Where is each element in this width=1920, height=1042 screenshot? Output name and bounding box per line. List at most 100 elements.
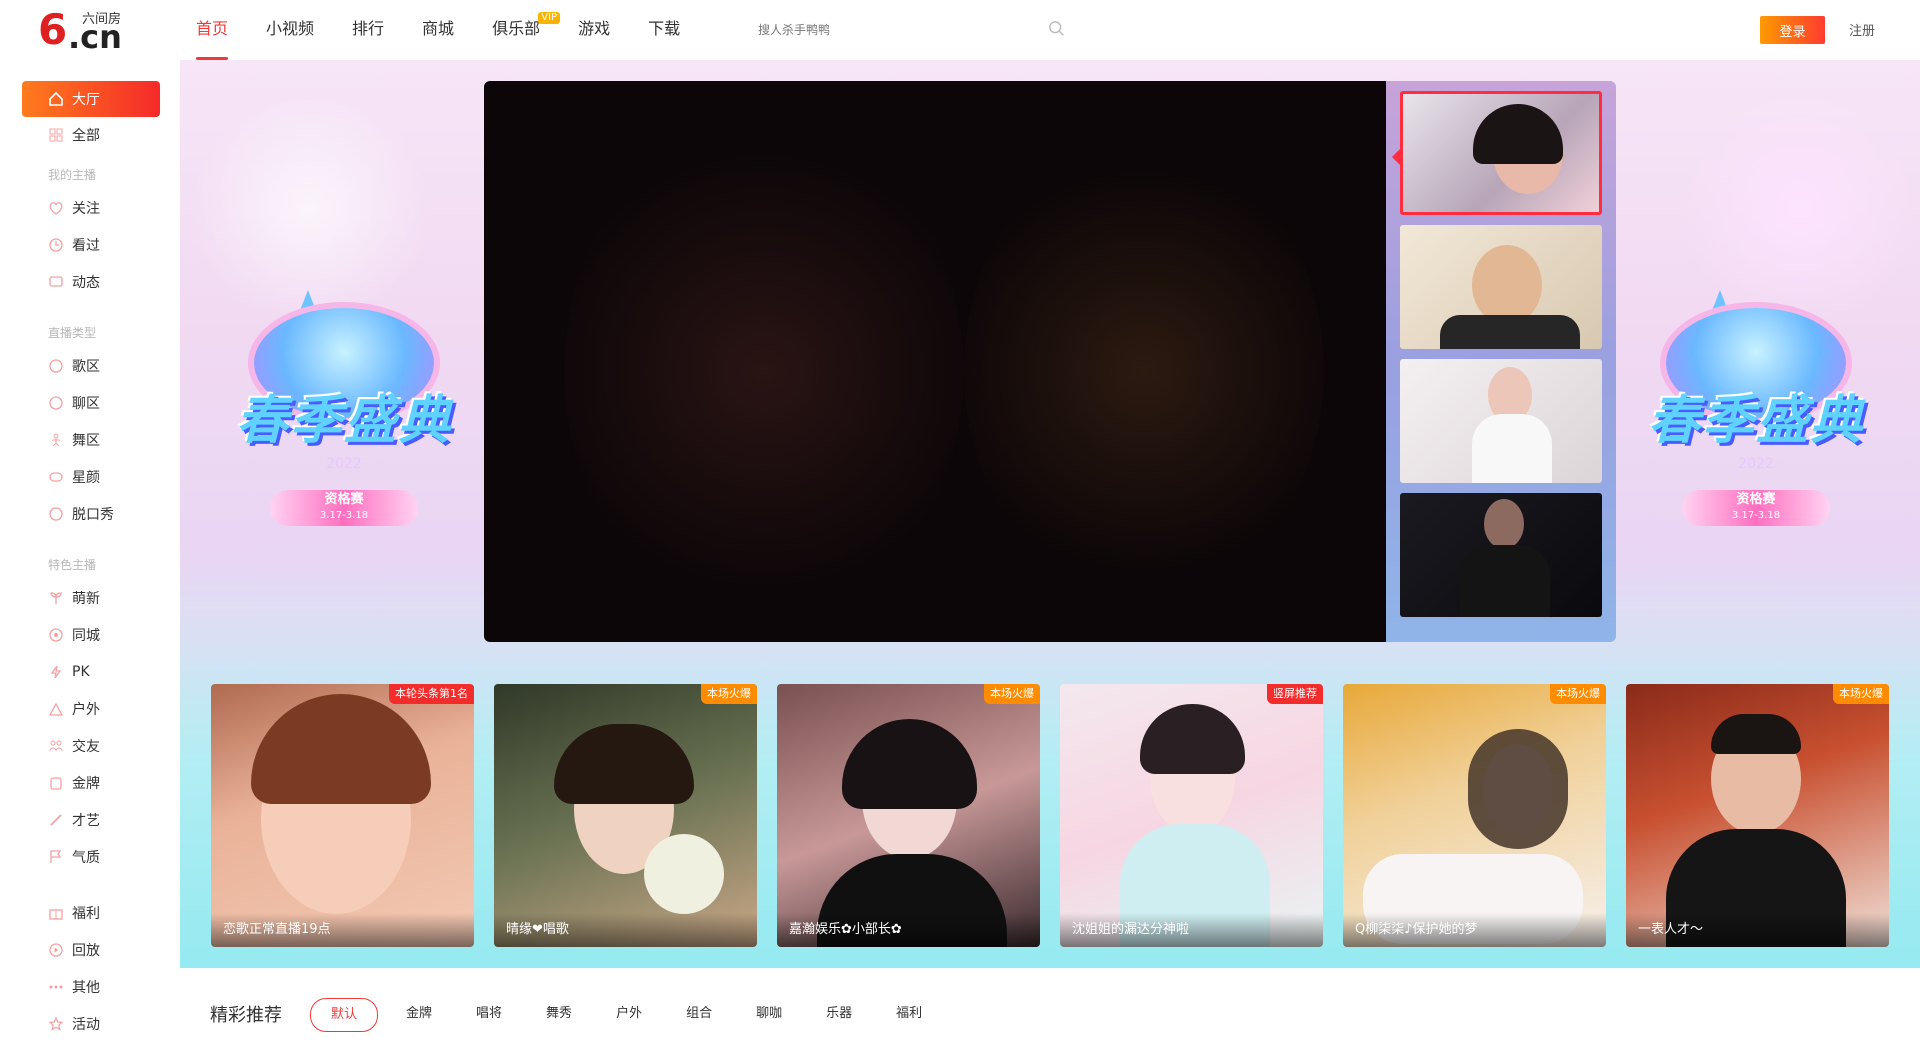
sidebar-item-city[interactable]: 同城 xyxy=(22,617,160,653)
sidebar-item-star[interactable]: 星颜 xyxy=(22,459,160,495)
nav-home[interactable]: 首页 xyxy=(196,0,229,60)
festival-dates: 3.17-3.18 xyxy=(319,510,369,521)
home-icon xyxy=(49,91,63,106)
site-logo[interactable]: 6 .cn 六间房 xyxy=(38,8,138,57)
music-icon xyxy=(49,359,63,373)
thumbnail-2[interactable] xyxy=(1400,225,1602,349)
star-icon xyxy=(48,1016,64,1031)
sidebar-item-replay[interactable]: 回放 xyxy=(22,932,160,968)
nav-ranking[interactable]: 排行 xyxy=(352,0,384,60)
sidebar-item-follow[interactable]: 关注 xyxy=(22,190,160,226)
card-hair xyxy=(251,694,431,804)
card-tag: 本轮头条第1名 xyxy=(389,684,474,704)
thumb-body xyxy=(1440,315,1580,349)
card-room-name: 嘉瀚娱乐✿小部长✿ xyxy=(777,913,1040,947)
card-room-name: 恋歌正常直播19点 xyxy=(211,913,474,947)
nav-download[interactable]: 下载 xyxy=(648,0,680,60)
sidebar-item-outdoor[interactable]: 户外 xyxy=(22,691,160,727)
sidebar-item-other[interactable]: 其他 xyxy=(22,969,160,1005)
thumbnail-1[interactable] xyxy=(1400,91,1602,215)
sidebar-item-cute[interactable]: 萌新 xyxy=(22,580,160,616)
sidebar-item-all[interactable]: 全部 xyxy=(22,117,160,153)
sidebar-item-talkshow[interactable]: 脱口秀 xyxy=(22,496,160,532)
sidebar-item-label: 大厅 xyxy=(72,92,100,108)
sidebar-item-talent[interactable]: 才艺 xyxy=(22,802,160,838)
nav-mall[interactable]: 商城 xyxy=(422,0,454,60)
filter-tab-group[interactable]: 组合 xyxy=(684,998,714,1030)
festival-logo-right[interactable]: 春季盛典 2022 资格赛 3.17-3.18 xyxy=(1620,290,1892,550)
sidebar-item-welfare[interactable]: 福利 xyxy=(22,895,160,931)
login-button[interactable]: 登录 xyxy=(1760,16,1825,44)
sidebar-item-song[interactable]: 歌区 xyxy=(22,348,160,384)
sidebar-item-label: 其他 xyxy=(72,980,100,996)
sidebar-item-temperament[interactable]: 气质 xyxy=(22,839,160,875)
sidebar-item-label: 关注 xyxy=(72,201,100,217)
sidebar-item-watched[interactable]: 看过 xyxy=(22,227,160,263)
filter-tab-gold[interactable]: 金牌 xyxy=(404,998,434,1030)
thumbnail-4[interactable] xyxy=(1400,493,1602,617)
sidebar-item-label: 交友 xyxy=(72,739,100,755)
sidebar-item-label: 舞区 xyxy=(72,433,100,449)
sidebar-item-friends[interactable]: 交友 xyxy=(22,728,160,764)
gift-icon xyxy=(49,909,63,920)
search-icon[interactable] xyxy=(1048,20,1066,38)
card-room-name: Q柳柒柒♪保护她的梦 xyxy=(1343,913,1606,947)
sidebar-item-gold[interactable]: 金牌 xyxy=(22,765,160,801)
clock-icon xyxy=(49,238,63,252)
sidebar-item-label: 户外 xyxy=(72,702,100,718)
filter-tab-instrument[interactable]: 乐器 xyxy=(824,998,854,1030)
users-icon xyxy=(49,740,63,752)
card-hair xyxy=(1140,704,1245,774)
register-link[interactable]: 注册 xyxy=(1849,20,1875,39)
nav-games[interactable]: 游戏 xyxy=(578,0,610,60)
sidebar-item-label: 气质 xyxy=(72,850,100,866)
sidebar-item-hall[interactable]: 大厅 xyxy=(22,81,160,117)
card-tag: 本场火爆 xyxy=(701,684,757,704)
card-tag: 本场火爆 xyxy=(1550,684,1606,704)
vip-badge: VIP xyxy=(538,12,561,24)
thumb-face xyxy=(1472,245,1542,325)
filter-tab-dance[interactable]: 舞秀 xyxy=(544,998,574,1030)
sidebar-item-label: 萌新 xyxy=(72,591,100,607)
card-hair xyxy=(1711,714,1801,754)
thumb-hair xyxy=(1473,104,1563,164)
filter-tab-outdoor[interactable]: 户外 xyxy=(614,998,644,1030)
sidebar-item-label: 才艺 xyxy=(72,813,100,829)
sidebar-item-label: 回放 xyxy=(72,943,100,959)
sidebar-item-feed[interactable]: 动态 xyxy=(22,264,160,300)
room-card-6[interactable]: 本场火爆 一表人才～ xyxy=(1626,684,1889,947)
sidebar-item-label: 歌区 xyxy=(72,359,100,375)
filter-tab-default[interactable]: 默认 xyxy=(310,998,379,1032)
festival-logo-left[interactable]: 春季盛典 2022 资格赛 3.17-3.18 xyxy=(208,290,480,550)
room-card-2[interactable]: 本场火爆 晴缘❤唱歌 xyxy=(494,684,757,947)
medal-icon xyxy=(50,777,62,790)
logo-subtitle: 六间房 xyxy=(82,12,122,27)
section-my-anchors: 我的主播 xyxy=(48,168,97,182)
room-card-4[interactable]: 竖屏推荐 沈姐姐的漏达分神啦 xyxy=(1060,684,1323,947)
sidebar-item-chat[interactable]: 聊区 xyxy=(22,385,160,421)
filter-tab-singer[interactable]: 唱将 xyxy=(474,998,504,1030)
sidebar-item-pk[interactable]: PK xyxy=(22,654,160,690)
filter-tab-welfare[interactable]: 福利 xyxy=(894,998,924,1030)
card-room-name: 一表人才～ xyxy=(1626,913,1889,947)
section-featured-anchors: 特色主播 xyxy=(48,558,97,572)
banner-glow-left xyxy=(180,100,440,320)
thumbnail-3[interactable] xyxy=(1400,359,1602,483)
room-card-3[interactable]: 本场火爆 嘉瀚娱乐✿小部长✿ xyxy=(777,684,1040,947)
room-card-5[interactable]: 本场火爆 Q柳柒柒♪保护她的梦 xyxy=(1343,684,1606,947)
search-input[interactable] xyxy=(756,16,1060,44)
room-card-1[interactable]: 本轮头条第1名 恋歌正常直播19点 xyxy=(211,684,474,947)
sidebar-item-label: PK xyxy=(72,664,90,680)
sidebar-item-dance[interactable]: 舞区 xyxy=(22,422,160,458)
nav-club[interactable]: 俱乐部 VIP xyxy=(492,0,561,60)
nav-short-video[interactable]: 小视频 xyxy=(266,0,314,60)
festival-stage: 资格赛 xyxy=(1736,492,1776,507)
sidebar-item-event[interactable]: 活动 xyxy=(22,1006,160,1042)
recommend-filter-tabs: 默认 金牌 唱将 舞秀 户外 组合 聊咖 乐器 福利 xyxy=(310,998,964,1032)
filter-tab-chat[interactable]: 聊咖 xyxy=(754,998,784,1030)
live-video-player[interactable] xyxy=(484,81,1386,642)
grid-icon xyxy=(49,128,63,142)
left-sidebar: 大厅 全部 我的主播 关注 看过 动态 直播类型 歌区 聊区 舞区 星颜 脱口秀… xyxy=(0,60,178,1033)
featured-thumbnails xyxy=(1386,81,1616,642)
festival-year: 2022 xyxy=(326,456,362,472)
